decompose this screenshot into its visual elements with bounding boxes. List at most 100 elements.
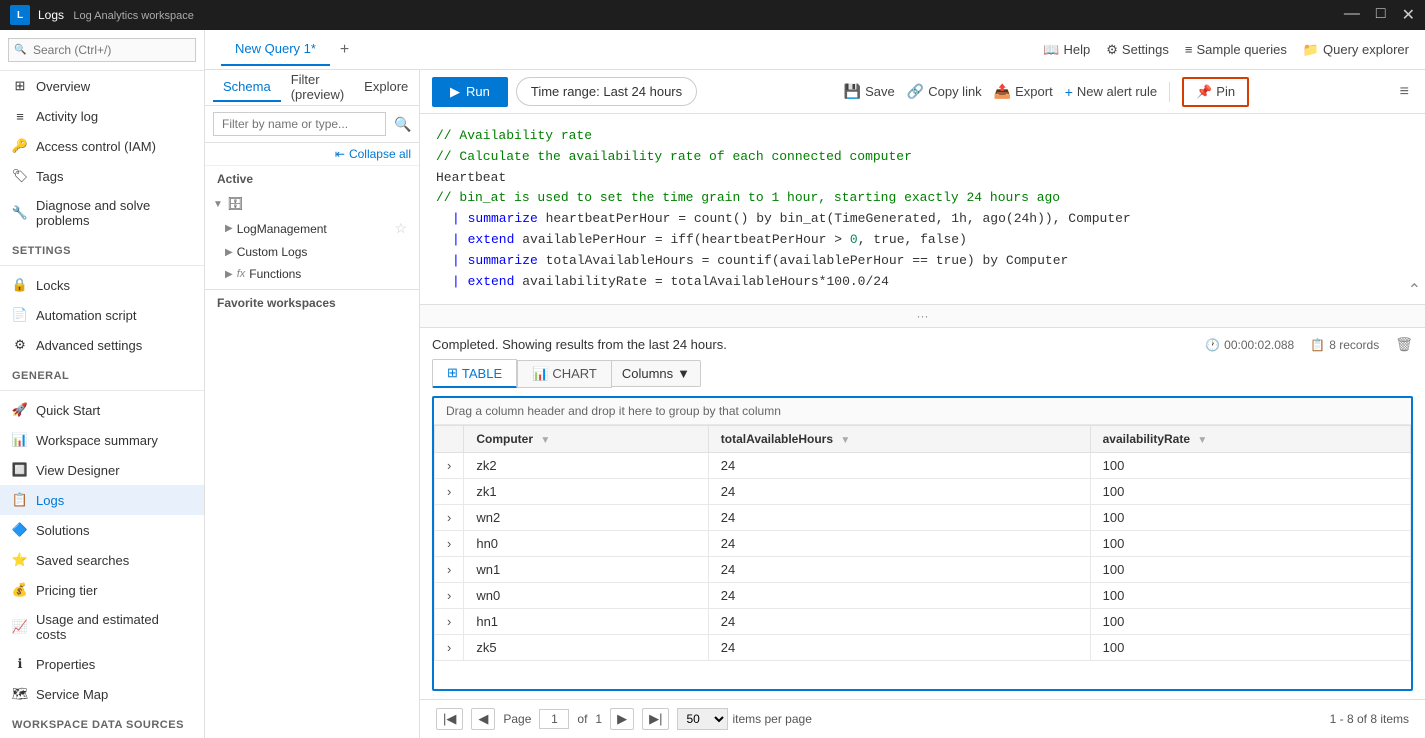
table-cell: 100 — [1090, 635, 1410, 661]
tab-chart[interactable]: 📊 CHART — [517, 360, 612, 388]
functions-chevron: ▶ — [225, 269, 233, 280]
row-expand[interactable]: › — [435, 557, 464, 583]
sidebar-item-tags[interactable]: 🏷 Tags — [0, 161, 204, 191]
tab-explore[interactable]: Explore — [354, 73, 418, 102]
sidebar-item-pricing-tier[interactable]: 💰 Pricing tier — [0, 575, 204, 605]
table-cell: 24 — [708, 635, 1090, 661]
sample-queries-icon: ≡ — [1185, 42, 1193, 57]
toolbar-right-actions: 💾 Save 🔗 Copy link 📤 Export + — [844, 77, 1249, 107]
schema-item-custom-logs[interactable]: ▶ Custom Logs — [205, 241, 419, 263]
records-meta: 📋 8 records — [1310, 338, 1379, 352]
col-computer[interactable]: Computer ▼ — [464, 426, 708, 453]
sidebar-item-quick-start[interactable]: 🚀 Quick Start — [0, 395, 204, 425]
save-button[interactable]: 💾 Save — [844, 83, 895, 100]
help-button[interactable]: 📖 Help — [1043, 42, 1090, 58]
toolbar-divider — [1169, 82, 1170, 102]
col-availability-rate[interactable]: availabilityRate ▼ — [1090, 426, 1410, 453]
delete-results-button[interactable]: 🗑 — [1395, 336, 1413, 353]
schema-item-logmanagement[interactable]: ▶ LogManagement ☆ — [205, 216, 419, 241]
logmanagement-favorite-icon[interactable]: ☆ — [394, 220, 407, 237]
maximize-button[interactable]: □ — [1376, 5, 1386, 25]
top-nav-right: 📖 Help ⚙ Settings ≡ Sample queries 📁 Que… — [1043, 42, 1409, 58]
query-explorer-button[interactable]: 📁 Query explorer — [1303, 42, 1409, 58]
sidebar-item-service-map[interactable]: 🗺 Service Map — [0, 679, 204, 709]
sidebar-item-solutions[interactable]: 🔷 Solutions — [0, 515, 204, 545]
col-total-available-hours[interactable]: totalAvailableHours ▼ — [708, 426, 1090, 453]
page-next-button[interactable]: ▶ — [610, 708, 634, 730]
sample-queries-button[interactable]: ≡ Sample queries — [1185, 42, 1287, 57]
table-cell: 100 — [1090, 609, 1410, 635]
sidebar-item-saved-searches[interactable]: ⭐ Saved searches — [0, 545, 204, 575]
tab-schema[interactable]: Schema — [213, 73, 281, 102]
row-expand[interactable]: › — [435, 609, 464, 635]
results-table: Computer ▼ totalAvailableHours ▼ availab… — [434, 425, 1411, 661]
row-expand[interactable]: › — [435, 479, 464, 505]
sidebar-item-workspace-summary[interactable]: 📊 Workspace summary — [0, 425, 204, 455]
settings-button[interactable]: ⚙ Settings — [1106, 42, 1169, 58]
run-icon: ▶ — [450, 84, 460, 100]
row-expand[interactable]: › — [435, 635, 464, 661]
page-first-button[interactable]: |◀ — [436, 708, 463, 730]
editor-settings-button[interactable]: ≡ — [1396, 79, 1413, 105]
page-number[interactable]: 1 — [539, 709, 569, 729]
sidebar-item-diagnose[interactable]: 🔧 Diagnose and solve problems — [0, 191, 204, 235]
page-last-button[interactable]: ▶| — [642, 708, 669, 730]
sidebar-item-usage-costs[interactable]: 📈 Usage and estimated costs — [0, 605, 204, 649]
table-cell: zk2 — [464, 453, 708, 479]
sidebar-item-overview[interactable]: ⊞ Overview — [0, 71, 204, 101]
export-button[interactable]: 📤 Export — [994, 83, 1053, 100]
table-icon: ⊞ — [447, 365, 458, 381]
minimize-button[interactable]: — — [1344, 5, 1360, 25]
tab-new-query-1[interactable]: New Query 1* — [221, 33, 330, 66]
row-expand[interactable]: › — [435, 505, 464, 531]
schema-content: Active ▼ 🗄 ▶ LogManagement ☆ ▶ Custom — [205, 166, 419, 738]
sidebar-item-automation[interactable]: 📄 Automation script — [0, 300, 204, 330]
run-button[interactable]: ▶ Run — [432, 77, 508, 107]
code-editor[interactable]: // Availability rate // Calculate the av… — [420, 114, 1425, 305]
pin-button[interactable]: 📌 Pin — [1182, 77, 1249, 107]
schema-item-functions[interactable]: ▶ fx Functions — [205, 263, 419, 285]
results-table-wrap: Drag a column header and drop it here to… — [432, 396, 1413, 691]
row-expand[interactable]: › — [435, 453, 464, 479]
schema-filter-button[interactable]: 🔍 — [390, 114, 415, 135]
collapse-all-icon: ⇤ — [335, 147, 345, 161]
schema-filter-input[interactable] — [213, 112, 386, 136]
diagnose-icon: 🔧 — [12, 205, 28, 221]
sidebar-item-access-control[interactable]: 🔑 Access control (IAM) — [0, 131, 204, 161]
new-alert-rule-icon: + — [1065, 84, 1073, 100]
table-cell: 100 — [1090, 583, 1410, 609]
sidebar-item-activity-log[interactable]: ≡ Activity log — [0, 101, 204, 131]
tab-filter-preview[interactable]: Filter (preview) — [281, 70, 354, 110]
advanced-settings-icon: ⚙ — [12, 337, 28, 353]
time-range-button[interactable]: Time range: Last 24 hours — [516, 77, 697, 106]
sidebar-item-view-designer[interactable]: 🔲 View Designer — [0, 455, 204, 485]
table-row: ›zk524100 — [435, 635, 1411, 661]
copy-link-button[interactable]: 🔗 Copy link — [907, 83, 982, 100]
row-expand[interactable]: › — [435, 531, 464, 557]
save-icon: 💾 — [844, 83, 861, 100]
table-cell: 24 — [708, 557, 1090, 583]
logs-icon: 📋 — [12, 492, 28, 508]
editor-collapse-button[interactable]: ⌃ — [1408, 280, 1421, 300]
tab-add-button[interactable]: + — [334, 35, 355, 65]
columns-dropdown[interactable]: Columns ▼ — [612, 360, 701, 387]
new-alert-rule-button[interactable]: + New alert rule — [1065, 84, 1157, 100]
app-logo: L — [10, 5, 30, 25]
sidebar-item-advanced-settings[interactable]: ⚙ Advanced settings — [0, 330, 204, 360]
query-explorer-icon: 📁 — [1303, 42, 1319, 58]
tab-table[interactable]: ⊞ TABLE — [432, 359, 517, 388]
properties-icon: ℹ — [12, 656, 28, 672]
search-input[interactable] — [8, 38, 196, 62]
items-per-page-select[interactable]: 50 100 200 — [677, 708, 728, 730]
tags-icon: 🏷 — [12, 168, 28, 184]
row-expand[interactable]: › — [435, 583, 464, 609]
collapse-all-button[interactable]: ⇤ Collapse all — [335, 147, 411, 161]
items-per-page: 50 100 200 items per page — [677, 708, 811, 730]
table-cell: 24 — [708, 609, 1090, 635]
sidebar-item-properties[interactable]: ℹ Properties — [0, 649, 204, 679]
page-prev-button[interactable]: ◀ — [471, 708, 495, 730]
pricing-tier-icon: 💰 — [12, 582, 28, 598]
sidebar-item-locks[interactable]: 🔒 Locks — [0, 270, 204, 300]
sidebar-item-logs[interactable]: 📋 Logs — [0, 485, 204, 515]
close-button[interactable]: ✕ — [1402, 5, 1415, 25]
